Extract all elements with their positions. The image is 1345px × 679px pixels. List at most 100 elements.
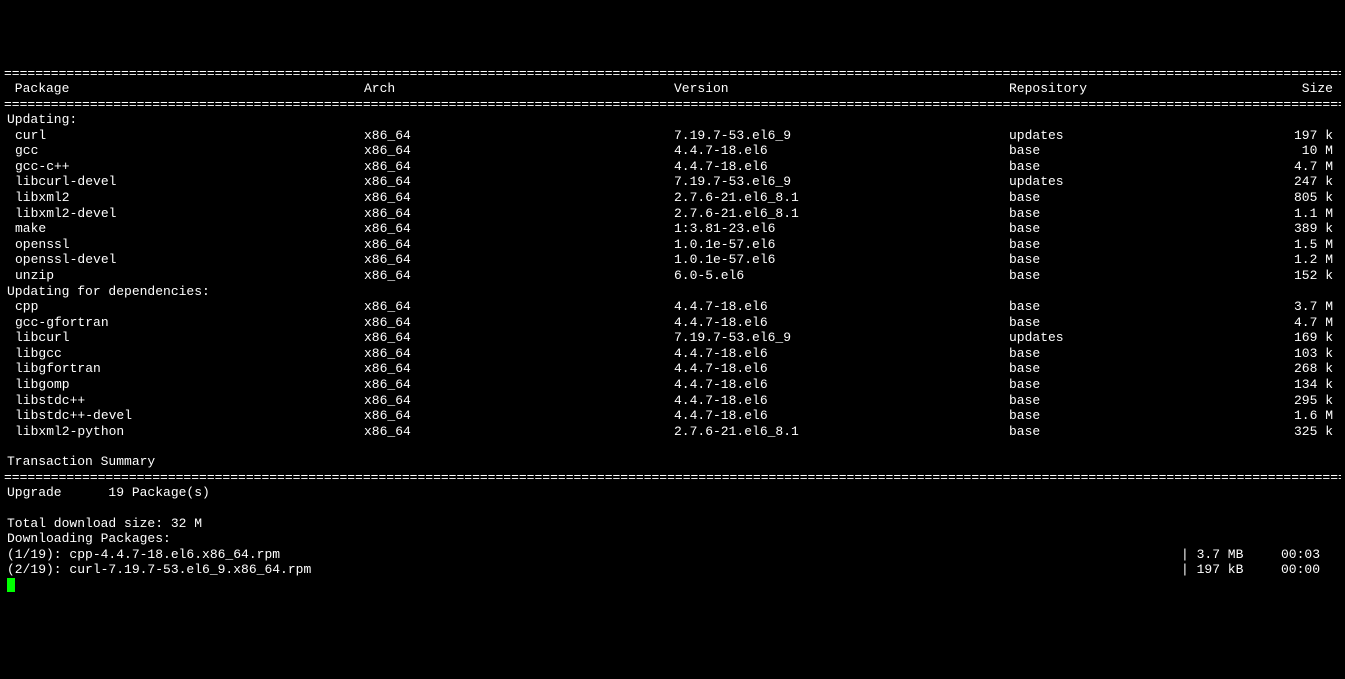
download-row: (2/19): curl-7.19.7-53.el6_9.x86_64.rpm|…	[4, 562, 1341, 578]
package-name: openssl-devel	[4, 252, 364, 268]
package-size: 805 k	[1279, 190, 1341, 206]
section-label: Updating for dependencies:	[4, 284, 1341, 300]
table-row: libstdc++x86_644.4.7-18.el6base295 k	[4, 393, 1341, 409]
header-version: Version	[674, 81, 1009, 97]
table-row: makex86_641:3.81-23.el6base389 k	[4, 221, 1341, 237]
package-size: 295 k	[1279, 393, 1341, 409]
package-arch: x86_64	[364, 408, 674, 424]
package-repo: base	[1009, 268, 1279, 284]
package-name: libgfortran	[4, 361, 364, 377]
package-arch: x86_64	[364, 143, 674, 159]
download-file: (2/19): curl-7.19.7-53.el6_9.x86_64.rpm	[4, 562, 1181, 578]
package-version: 2.7.6-21.el6_8.1	[674, 424, 1009, 440]
table-row: libcurlx86_647.19.7-53.el6_9updates169 k	[4, 330, 1341, 346]
package-repo: base	[1009, 143, 1279, 159]
package-repo: base	[1009, 206, 1279, 222]
package-name: libxml2	[4, 190, 364, 206]
package-version: 2.7.6-21.el6_8.1	[674, 206, 1009, 222]
package-arch: x86_64	[364, 252, 674, 268]
terminal-output: ========================================…	[4, 66, 1341, 596]
package-size: 1.1 M	[1279, 206, 1341, 222]
table-row: cppx86_644.4.7-18.el6base3.7 M	[4, 299, 1341, 315]
package-repo: base	[1009, 252, 1279, 268]
table-row: libgccx86_644.4.7-18.el6base103 k	[4, 346, 1341, 362]
package-repo: base	[1009, 190, 1279, 206]
package-arch: x86_64	[364, 159, 674, 175]
package-repo: base	[1009, 377, 1279, 393]
cursor-line	[4, 578, 1341, 597]
package-name: libxml2-python	[4, 424, 364, 440]
package-name: libxml2-devel	[4, 206, 364, 222]
package-version: 4.4.7-18.el6	[674, 361, 1009, 377]
package-repo: base	[1009, 424, 1279, 440]
table-row: libxml2-pythonx86_642.7.6-21.el6_8.1base…	[4, 424, 1341, 440]
package-version: 4.4.7-18.el6	[674, 159, 1009, 175]
package-arch: x86_64	[364, 174, 674, 190]
package-repo: base	[1009, 361, 1279, 377]
package-version: 4.4.7-18.el6	[674, 315, 1009, 331]
package-size: 4.7 M	[1279, 315, 1341, 331]
table-row: libcurl-develx86_647.19.7-53.el6_9update…	[4, 174, 1341, 190]
package-arch: x86_64	[364, 346, 674, 362]
package-repo: base	[1009, 346, 1279, 362]
package-size: 268 k	[1279, 361, 1341, 377]
blank-line	[4, 439, 1341, 454]
table-row: gcc-c++x86_644.4.7-18.el6base4.7 M	[4, 159, 1341, 175]
package-size: 389 k	[1279, 221, 1341, 237]
table-row: curlx86_647.19.7-53.el6_9updates197 k	[4, 128, 1341, 144]
header-size: Size	[1279, 81, 1341, 97]
package-arch: x86_64	[364, 237, 674, 253]
package-arch: x86_64	[364, 393, 674, 409]
package-name: gcc-c++	[4, 159, 364, 175]
package-size: 247 k	[1279, 174, 1341, 190]
table-row: libxml2x86_642.7.6-21.el6_8.1base805 k	[4, 190, 1341, 206]
package-size: 103 k	[1279, 346, 1341, 362]
package-repo: updates	[1009, 128, 1279, 144]
package-version: 7.19.7-53.el6_9	[674, 128, 1009, 144]
package-arch: x86_64	[364, 361, 674, 377]
package-size: 4.7 M	[1279, 159, 1341, 175]
header-package: Package	[4, 81, 364, 97]
total-download-size: Total download size: 32 M	[4, 516, 1341, 532]
package-size: 169 k	[1279, 330, 1341, 346]
package-version: 4.4.7-18.el6	[674, 143, 1009, 159]
package-version: 4.4.7-18.el6	[674, 377, 1009, 393]
package-name: openssl	[4, 237, 364, 253]
package-name: libcurl-devel	[4, 174, 364, 190]
package-name: curl	[4, 128, 364, 144]
package-version: 7.19.7-53.el6_9	[674, 330, 1009, 346]
package-name: libstdc++-devel	[4, 408, 364, 424]
package-version: 6.0-5.el6	[674, 268, 1009, 284]
package-repo: base	[1009, 299, 1279, 315]
package-arch: x86_64	[364, 315, 674, 331]
package-name: libgomp	[4, 377, 364, 393]
package-arch: x86_64	[364, 377, 674, 393]
package-version: 4.4.7-18.el6	[674, 299, 1009, 315]
package-arch: x86_64	[364, 424, 674, 440]
package-repo: updates	[1009, 174, 1279, 190]
package-repo: base	[1009, 237, 1279, 253]
section-label: Updating:	[4, 112, 1341, 128]
package-arch: x86_64	[364, 206, 674, 222]
package-repo: base	[1009, 315, 1279, 331]
package-version: 7.19.7-53.el6_9	[674, 174, 1009, 190]
package-size: 1.6 M	[1279, 408, 1341, 424]
divider: ========================================…	[4, 97, 1341, 112]
table-row: libxml2-develx86_642.7.6-21.el6_8.1base1…	[4, 206, 1341, 222]
package-name: libstdc++	[4, 393, 364, 409]
package-version: 4.4.7-18.el6	[674, 393, 1009, 409]
package-version: 4.4.7-18.el6	[674, 346, 1009, 362]
package-name: cpp	[4, 299, 364, 315]
table-row: libstdc++-develx86_644.4.7-18.el6base1.6…	[4, 408, 1341, 424]
package-arch: x86_64	[364, 190, 674, 206]
download-row: (1/19): cpp-4.4.7-18.el6.x86_64.rpm| 3.7…	[4, 547, 1341, 563]
table-row: openssl-develx86_641.0.1e-57.el6base1.2 …	[4, 252, 1341, 268]
package-size: 3.7 M	[1279, 299, 1341, 315]
package-name: libgcc	[4, 346, 364, 362]
package-name: libcurl	[4, 330, 364, 346]
package-arch: x86_64	[364, 330, 674, 346]
download-size: | 197 kB	[1181, 562, 1281, 578]
package-version: 4.4.7-18.el6	[674, 408, 1009, 424]
package-repo: base	[1009, 408, 1279, 424]
package-arch: x86_64	[364, 128, 674, 144]
